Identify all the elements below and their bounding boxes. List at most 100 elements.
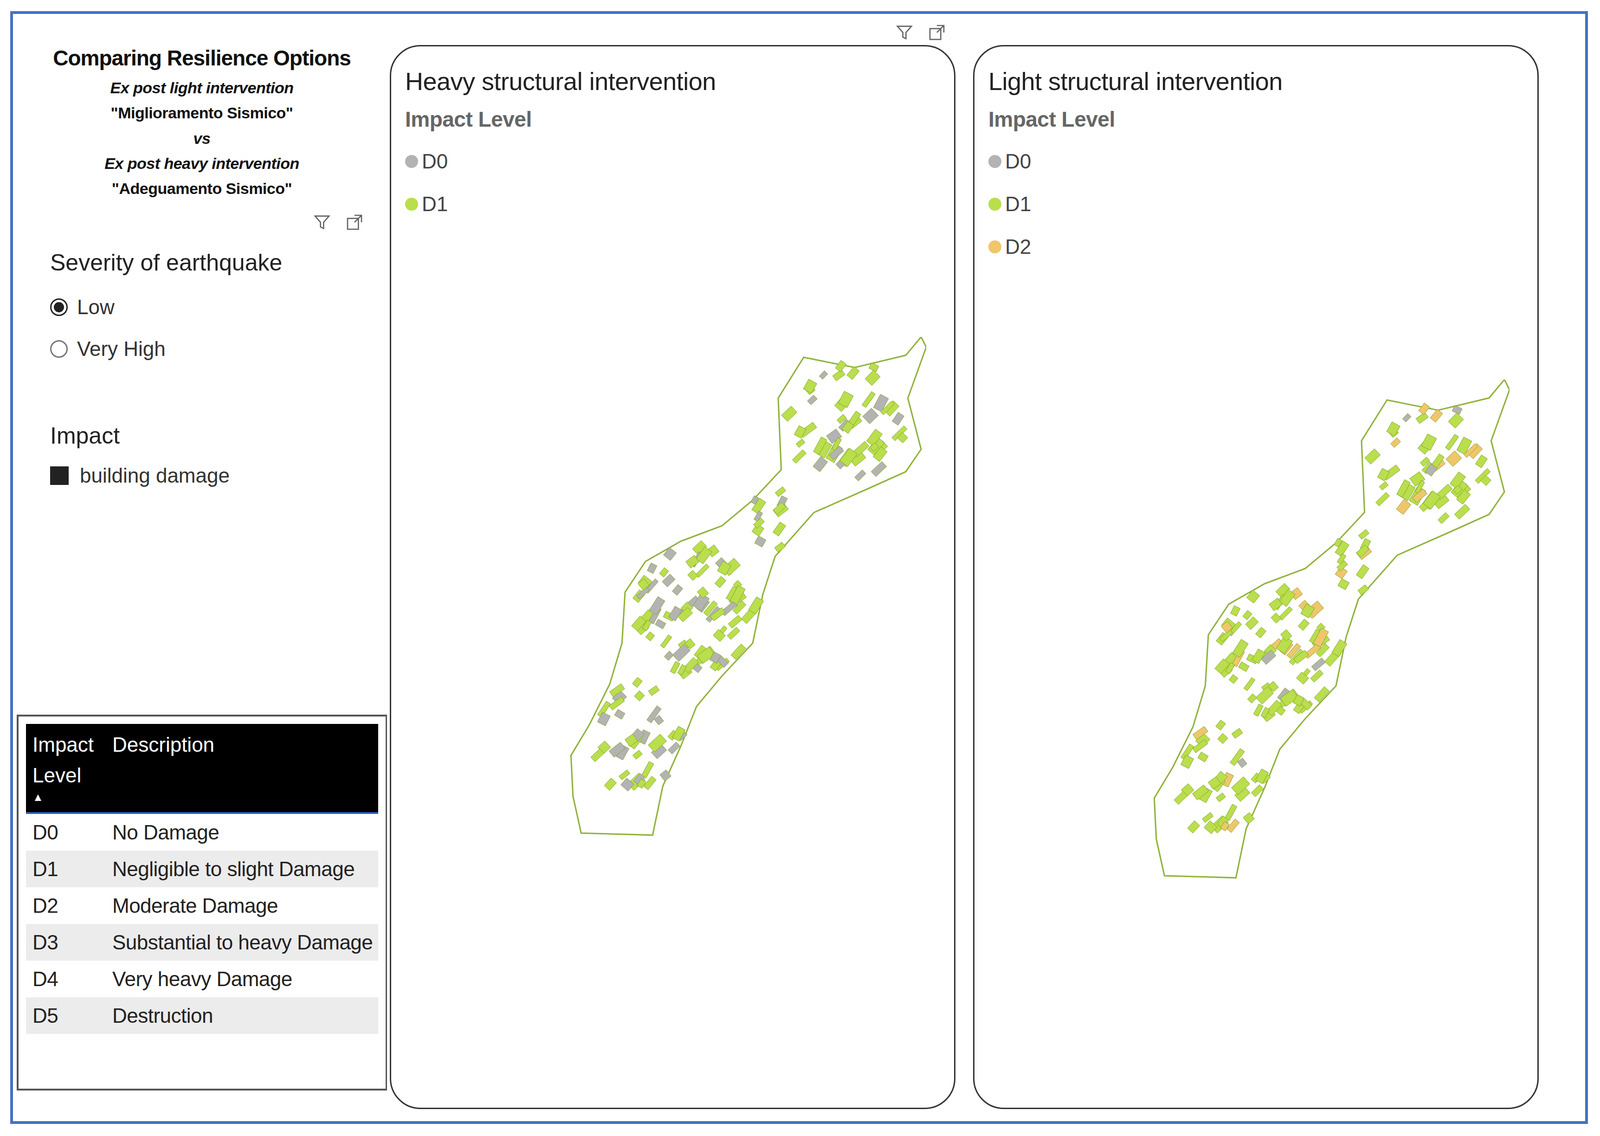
building[interactable] <box>632 677 643 688</box>
building[interactable] <box>1396 499 1412 515</box>
building[interactable] <box>754 535 767 548</box>
building[interactable] <box>1242 610 1252 620</box>
building[interactable] <box>1246 589 1260 603</box>
radio-option[interactable]: Low <box>50 286 388 329</box>
building[interactable] <box>717 561 732 576</box>
building[interactable] <box>792 449 807 464</box>
building[interactable] <box>1425 463 1438 477</box>
building[interactable] <box>1311 658 1326 671</box>
building[interactable] <box>1445 450 1462 467</box>
building[interactable] <box>664 651 674 661</box>
building[interactable] <box>645 631 655 641</box>
building[interactable] <box>793 425 807 439</box>
building[interactable] <box>604 777 617 791</box>
building[interactable] <box>1421 433 1437 451</box>
building[interactable] <box>750 495 759 505</box>
building[interactable] <box>1386 421 1400 437</box>
building[interactable] <box>1356 564 1370 580</box>
building[interactable] <box>1197 751 1209 762</box>
building[interactable] <box>727 626 741 640</box>
building[interactable] <box>648 734 667 753</box>
focus-mode-icon[interactable] <box>345 212 364 232</box>
building[interactable] <box>1221 621 1233 633</box>
building[interactable] <box>829 445 845 460</box>
building[interactable] <box>1451 405 1463 415</box>
building[interactable] <box>685 555 700 569</box>
building[interactable] <box>647 562 658 574</box>
legend-item[interactable]: D0 <box>988 140 1510 183</box>
building[interactable] <box>819 370 828 380</box>
building[interactable] <box>634 690 645 701</box>
legend-item[interactable]: D0 <box>405 140 927 183</box>
building[interactable] <box>1261 650 1277 665</box>
building[interactable] <box>1266 700 1282 717</box>
building[interactable] <box>1215 719 1226 730</box>
building[interactable] <box>609 741 626 758</box>
column-header[interactable]: Impact Level▲ <box>25 723 106 813</box>
town-map[interactable] <box>568 336 927 838</box>
building[interactable] <box>729 585 746 605</box>
building[interactable] <box>1225 662 1235 674</box>
building[interactable] <box>1358 529 1369 540</box>
building[interactable] <box>672 584 684 596</box>
building[interactable] <box>1193 726 1209 740</box>
building[interactable] <box>677 664 687 676</box>
building[interactable] <box>642 619 652 632</box>
building[interactable] <box>659 769 671 781</box>
building[interactable] <box>1438 512 1450 524</box>
building[interactable] <box>841 420 854 434</box>
building[interactable] <box>609 683 626 697</box>
building[interactable] <box>619 769 631 781</box>
building[interactable] <box>897 432 909 444</box>
building[interactable] <box>1336 560 1349 572</box>
building[interactable] <box>1396 479 1411 497</box>
building[interactable] <box>663 547 677 561</box>
building[interactable] <box>1174 791 1188 805</box>
building[interactable] <box>1202 812 1214 823</box>
legend-item[interactable]: D2 <box>988 225 1510 269</box>
building[interactable] <box>862 391 876 408</box>
building[interactable] <box>649 596 665 615</box>
building[interactable] <box>836 414 847 424</box>
building[interactable] <box>846 366 860 380</box>
building[interactable] <box>880 400 895 415</box>
building[interactable] <box>668 741 681 755</box>
building[interactable] <box>774 541 786 553</box>
building[interactable] <box>1297 619 1310 631</box>
building[interactable] <box>1232 638 1249 658</box>
building[interactable] <box>1480 475 1492 486</box>
radio-option[interactable]: Very High <box>50 328 388 370</box>
legend-item[interactable]: D1 <box>988 182 1510 226</box>
building[interactable] <box>609 696 625 710</box>
filter-icon[interactable] <box>312 212 332 232</box>
building[interactable] <box>730 644 746 660</box>
building[interactable] <box>1192 739 1208 753</box>
building[interactable] <box>1238 661 1250 672</box>
building[interactable] <box>1375 492 1390 506</box>
building[interactable] <box>1216 792 1226 802</box>
building[interactable] <box>1412 488 1428 503</box>
building[interactable] <box>813 436 827 455</box>
building[interactable] <box>590 748 605 762</box>
building[interactable] <box>1255 626 1267 639</box>
building[interactable] <box>1204 820 1218 834</box>
building[interactable] <box>1430 409 1443 423</box>
building[interactable] <box>795 438 805 448</box>
building[interactable] <box>835 360 847 372</box>
building[interactable] <box>1463 443 1478 458</box>
building[interactable] <box>870 461 887 477</box>
building[interactable] <box>641 761 654 779</box>
column-header[interactable]: Description <box>105 723 379 813</box>
building[interactable] <box>648 685 660 696</box>
building[interactable] <box>1260 707 1270 718</box>
building[interactable] <box>1331 639 1348 657</box>
building[interactable] <box>1334 538 1342 548</box>
building[interactable] <box>892 412 905 426</box>
legend-item[interactable]: D1 <box>405 182 927 226</box>
building[interactable] <box>1280 629 1292 642</box>
building[interactable] <box>1220 821 1230 831</box>
building[interactable] <box>1314 686 1330 703</box>
building[interactable] <box>1377 468 1390 481</box>
building[interactable] <box>1452 485 1462 495</box>
building[interactable] <box>781 406 798 422</box>
